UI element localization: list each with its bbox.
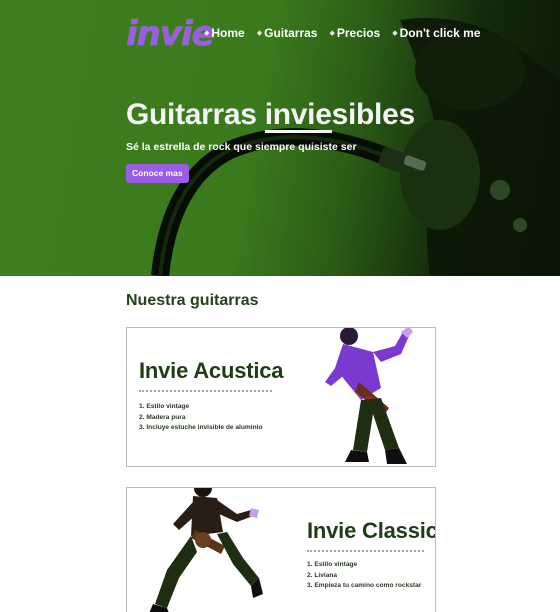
product-title: Invie Classic xyxy=(307,518,436,543)
list-item: 1. Estilo vintage xyxy=(139,403,190,410)
section-title: Nuestra guitarras xyxy=(126,292,259,309)
conoce-mas-button[interactable]: Conoce mas xyxy=(126,164,189,183)
nav-item-precios[interactable]: ◆ Precios xyxy=(329,26,380,40)
list-item: 2. Liviana xyxy=(307,571,338,579)
bullet-icon: ◆ xyxy=(204,30,210,37)
list-item: 1. Estilo vintage xyxy=(307,561,358,568)
brand-logo[interactable]: invie xyxy=(126,14,215,54)
rocker-photo xyxy=(325,328,413,464)
nav-item-dont-click[interactable]: ◆ Don't click me xyxy=(392,26,480,40)
divider xyxy=(139,390,272,392)
divider xyxy=(307,550,424,552)
feature-list: 1. Estilo vintage 2. Madera pura 3. Incl… xyxy=(139,402,263,434)
nav-item-home[interactable]: ◆ Home xyxy=(204,26,245,40)
nav-item-label: Don't click me xyxy=(399,26,481,40)
feature-list: 1. Estilo vintage 2. Liviana 3. Empieza … xyxy=(307,560,421,592)
hero-title-underlined: invie xyxy=(264,98,332,131)
list-item: 3. Incluye estuche invisible de aluminio xyxy=(139,424,263,431)
product-title: Invie Acustica xyxy=(139,358,284,383)
hero-section: invie ◆ Home ◆ Guitarras ◆ Precios ◆ Don… xyxy=(0,0,560,276)
hero-title: Guitarras inviesibles xyxy=(126,98,415,132)
bullet-icon: ◆ xyxy=(256,30,263,37)
hero-title-end: sibles xyxy=(331,98,416,131)
nav-item-label: Home xyxy=(211,26,245,40)
bullet-icon: ◆ xyxy=(392,30,398,37)
list-item: 2. Madera pura xyxy=(139,413,186,421)
product-card-acustica: Invie Acustica 1. Estilo vintage 2. Made… xyxy=(126,327,436,467)
main-nav: ◆ Home ◆ Guitarras ◆ Precios ◆ Don't cli… xyxy=(204,26,481,40)
hero-subtitle: Sé la estrella de rock que siempre quisi… xyxy=(126,141,357,153)
rocker-photo xyxy=(149,488,263,612)
product-card-classic: Invie Classic 1. Estilo vintage 2. Livia… xyxy=(126,487,436,612)
nav-item-label: Guitarras xyxy=(264,26,318,40)
nav-item-guitarras[interactable]: ◆ Guitarras xyxy=(257,26,318,40)
list-item: 3. Empieza tu camino como rockstar xyxy=(307,582,422,589)
bullet-icon: ◆ xyxy=(329,30,335,37)
nav-item-label: Precios xyxy=(336,26,381,40)
hero-background-image xyxy=(151,18,560,276)
hero-title-start: Guitarras xyxy=(126,98,265,131)
